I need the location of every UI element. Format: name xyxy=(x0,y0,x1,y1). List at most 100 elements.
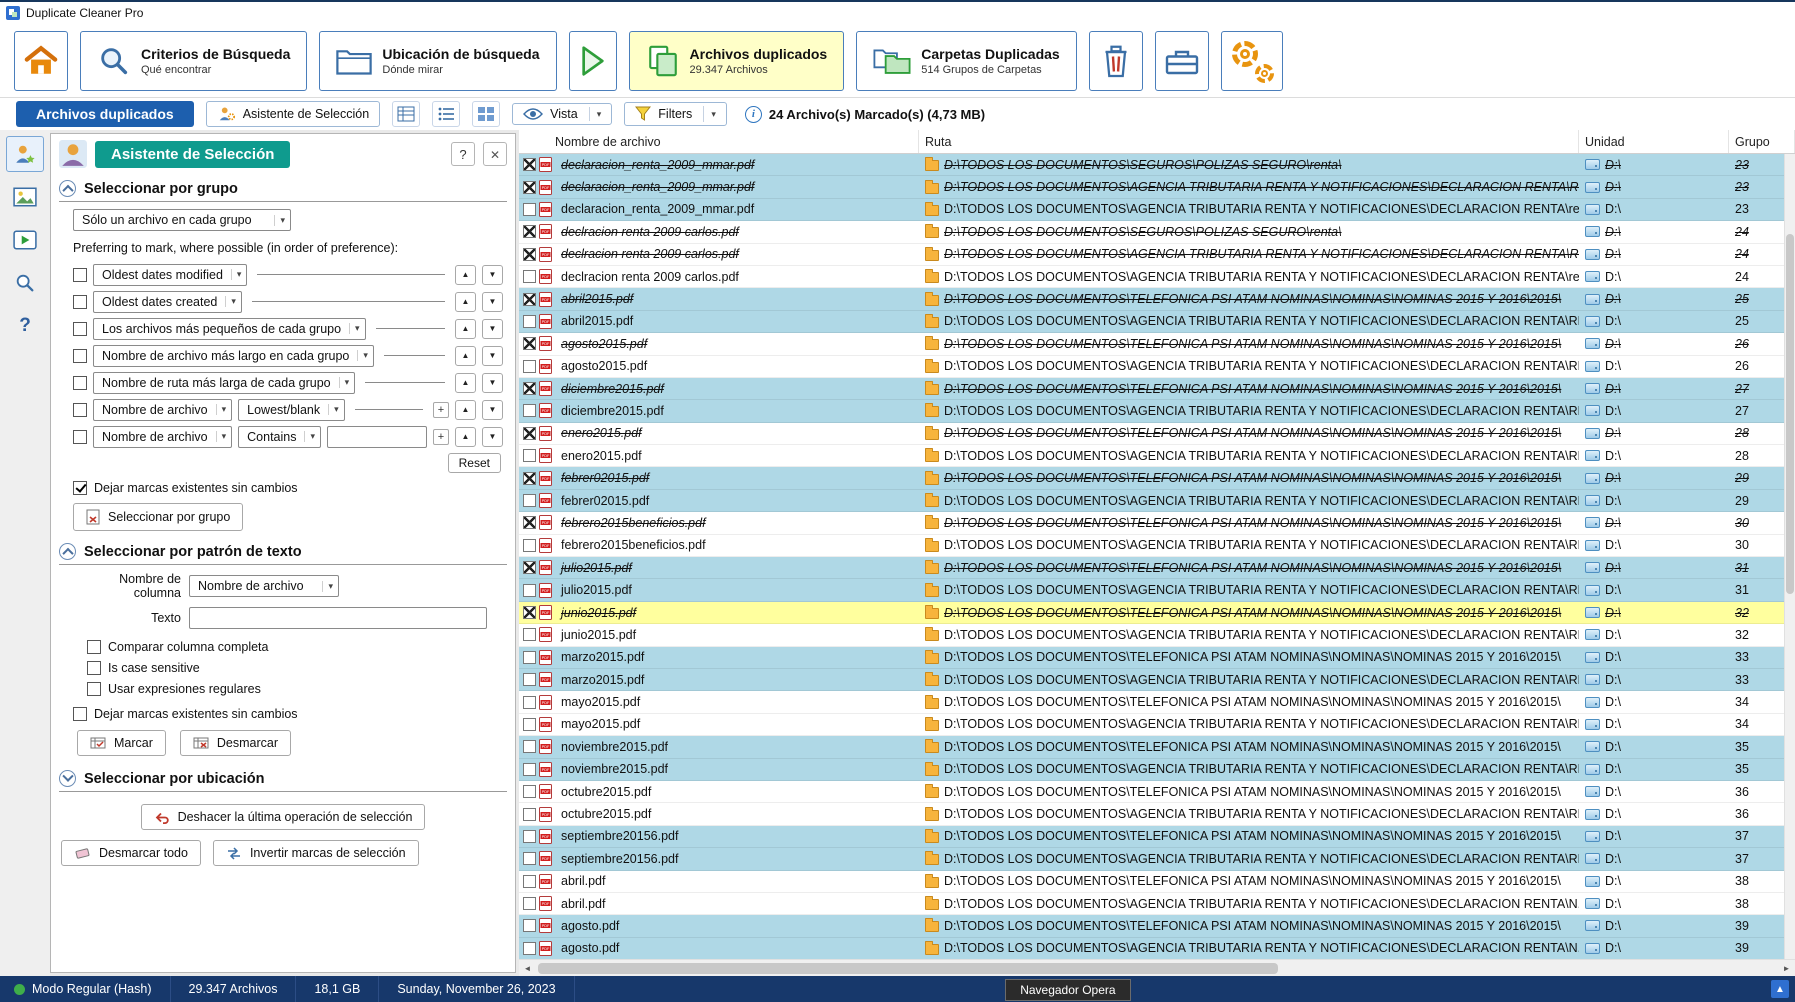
add-condition-button[interactable]: + xyxy=(433,429,449,445)
row-checkbox[interactable] xyxy=(523,203,536,216)
row-checkbox[interactable] xyxy=(523,248,536,261)
table-row[interactable]: PDF mayo2015.pdf D:\TODOS LOS DOCUMENTOS… xyxy=(519,714,1795,736)
move-up-button[interactable]: ▲ xyxy=(455,346,476,366)
settings-button[interactable] xyxy=(1221,31,1283,91)
row-checkbox[interactable] xyxy=(523,763,536,776)
row-checkbox[interactable] xyxy=(523,696,536,709)
row-checkbox[interactable] xyxy=(523,808,536,821)
taskbar-item-opera[interactable]: Navegador Opera xyxy=(1005,979,1130,1001)
scrollbar-thumb[interactable] xyxy=(538,963,1278,974)
row-checkbox[interactable] xyxy=(523,785,536,798)
table-row[interactable]: PDF julio2015.pdf D:\TODOS LOS DOCUMENTO… xyxy=(519,579,1795,601)
row-checkbox[interactable] xyxy=(523,919,536,932)
row-checkbox[interactable] xyxy=(523,337,536,350)
row-checkbox[interactable] xyxy=(523,516,536,529)
table-row[interactable]: PDF declaracion_renta_2009_mmar.pdf D:\T… xyxy=(519,176,1795,198)
tools-button[interactable] xyxy=(1155,31,1209,91)
tab-duplicate-files[interactable]: Archivos duplicados 29.347 Archivos xyxy=(629,31,845,91)
preference-checkbox[interactable] xyxy=(73,268,87,282)
table-row[interactable]: PDF febrer02015.pdf D:\TODOS LOS DOCUMEN… xyxy=(519,490,1795,512)
table-row[interactable]: PDF septiembre20156.pdf D:\TODOS LOS DOC… xyxy=(519,848,1795,870)
home-button[interactable] xyxy=(14,31,68,91)
view-list-button[interactable] xyxy=(432,101,460,127)
horizontal-scrollbar[interactable]: ◄ ► xyxy=(519,959,1795,976)
move-down-button[interactable]: ▼ xyxy=(482,265,503,285)
undo-selection-button[interactable]: Deshacer la última operación de selecció… xyxy=(141,804,426,830)
table-row[interactable]: PDF declaracion_renta_2009_mmar.pdf D:\T… xyxy=(519,154,1795,176)
keep-marks-checkbox-group[interactable] xyxy=(73,481,87,495)
table-row[interactable]: PDF abril2015.pdf D:\TODOS LOS DOCUMENTO… xyxy=(519,311,1795,333)
filters-dropdown[interactable]: Filters ▾ xyxy=(624,102,727,126)
row-checkbox[interactable] xyxy=(523,472,536,485)
vertical-scrollbar[interactable] xyxy=(1784,154,1795,959)
move-down-button[interactable]: ▼ xyxy=(482,292,503,312)
row-checkbox[interactable] xyxy=(523,404,536,417)
table-row[interactable]: PDF octubre2015.pdf D:\TODOS LOS DOCUMEN… xyxy=(519,781,1795,803)
column-header-path[interactable]: Ruta xyxy=(919,130,1579,153)
row-checkbox[interactable] xyxy=(523,427,536,440)
preference-dropdown[interactable]: Los archivos más pequeños de cada grupo▾ xyxy=(93,318,366,340)
invert-selection-button[interactable]: Invertir marcas de selección xyxy=(213,840,419,866)
move-down-button[interactable]: ▼ xyxy=(482,319,503,339)
move-up-button[interactable]: ▲ xyxy=(455,373,476,393)
table-row[interactable]: PDF febrero2015beneficios.pdf D:\TODOS L… xyxy=(519,512,1795,534)
table-row[interactable]: PDF diciembre2015.pdf D:\TODOS LOS DOCUM… xyxy=(519,378,1795,400)
row-checkbox[interactable] xyxy=(523,875,536,888)
table-row[interactable]: PDF noviembre2015.pdf D:\TODOS LOS DOCUM… xyxy=(519,759,1795,781)
row-checkbox[interactable] xyxy=(523,382,536,395)
view-details-button[interactable] xyxy=(392,101,420,127)
table-row[interactable]: PDF junio2015.pdf D:\TODOS LOS DOCUMENTO… xyxy=(519,602,1795,624)
group-mode-dropdown[interactable]: Sólo un archivo en cada grupo ▾ xyxy=(73,209,291,231)
section-by-group-header[interactable]: Seleccionar por grupo xyxy=(59,180,507,202)
text-option-checkbox[interactable] xyxy=(87,640,101,654)
table-row[interactable]: PDF julio2015.pdf D:\TODOS LOS DOCUMENTO… xyxy=(519,557,1795,579)
preference-dropdown[interactable]: Nombre de ruta más larga de cada grupo▾ xyxy=(93,372,355,394)
preference-secondary-dropdown[interactable]: Lowest/blank▾ xyxy=(238,399,345,421)
row-checkbox[interactable] xyxy=(523,158,536,171)
move-down-button[interactable]: ▼ xyxy=(482,427,503,447)
row-checkbox[interactable] xyxy=(523,651,536,664)
move-up-button[interactable]: ▲ xyxy=(455,292,476,312)
scroll-right-icon[interactable]: ► xyxy=(1778,960,1795,977)
text-pattern-input[interactable] xyxy=(189,607,487,629)
preference-checkbox[interactable] xyxy=(73,403,87,417)
sidebar-button-search[interactable] xyxy=(6,265,44,301)
move-down-button[interactable]: ▼ xyxy=(482,400,503,420)
row-checkbox[interactable] xyxy=(523,628,536,641)
section-by-location-header[interactable]: Seleccionar por ubicación xyxy=(59,770,507,792)
table-row[interactable]: PDF abril2015.pdf D:\TODOS LOS DOCUMENTO… xyxy=(519,288,1795,310)
table-row[interactable]: PDF octubre2015.pdf D:\TODOS LOS DOCUMEN… xyxy=(519,803,1795,825)
sidebar-button-preview[interactable] xyxy=(6,179,44,215)
move-up-button[interactable]: ▲ xyxy=(455,319,476,339)
row-checkbox[interactable] xyxy=(523,740,536,753)
select-by-group-button[interactable]: Seleccionar por grupo xyxy=(73,503,243,531)
mark-button[interactable]: Marcar xyxy=(77,730,166,756)
tab-scan-location[interactable]: Ubicación de búsqueda Dónde mirar xyxy=(319,31,556,91)
scroll-left-icon[interactable]: ◄ xyxy=(519,960,536,977)
preference-checkbox[interactable] xyxy=(73,430,87,444)
table-row[interactable]: PDF febrero2015beneficios.pdf D:\TODOS L… xyxy=(519,535,1795,557)
table-row[interactable]: PDF declracion renta 2009 carlos.pdf D:\… xyxy=(519,221,1795,243)
table-row[interactable]: PDF enero2015.pdf D:\TODOS LOS DOCUMENTO… xyxy=(519,423,1795,445)
preference-dropdown[interactable]: Nombre de archivo más largo en cada grup… xyxy=(93,345,374,367)
table-row[interactable]: PDF enero2015.pdf D:\TODOS LOS DOCUMENTO… xyxy=(519,445,1795,467)
table-row[interactable]: PDF noviembre2015.pdf D:\TODOS LOS DOCUM… xyxy=(519,736,1795,758)
preference-checkbox[interactable] xyxy=(73,322,87,336)
view-grid-button[interactable] xyxy=(472,101,500,127)
table-row[interactable]: PDF mayo2015.pdf D:\TODOS LOS DOCUMENTOS… xyxy=(519,691,1795,713)
row-checkbox[interactable] xyxy=(523,293,536,306)
table-row[interactable]: PDF agosto.pdf D:\TODOS LOS DOCUMENTOS\T… xyxy=(519,915,1795,937)
wizard-help-button[interactable]: ? xyxy=(451,142,475,166)
row-checkbox[interactable] xyxy=(523,494,536,507)
table-row[interactable]: PDF abril.pdf D:\TODOS LOS DOCUMENTOS\TE… xyxy=(519,871,1795,893)
row-checkbox[interactable] xyxy=(523,449,536,462)
table-row[interactable]: PDF marzo2015.pdf D:\TODOS LOS DOCUMENTO… xyxy=(519,647,1795,669)
preference-dropdown[interactable]: Oldest dates created▾ xyxy=(93,291,242,313)
tab-search-criteria[interactable]: Criterios de Búsqueda Qué encontrar xyxy=(80,31,307,91)
preference-dropdown[interactable]: Nombre de archivo▾ xyxy=(93,399,232,421)
table-row[interactable]: PDF marzo2015.pdf D:\TODOS LOS DOCUMENTO… xyxy=(519,669,1795,691)
keep-marks-checkbox-text[interactable] xyxy=(73,707,87,721)
move-down-button[interactable]: ▼ xyxy=(482,373,503,393)
move-up-button[interactable]: ▲ xyxy=(455,400,476,420)
preference-checkbox[interactable] xyxy=(73,349,87,363)
